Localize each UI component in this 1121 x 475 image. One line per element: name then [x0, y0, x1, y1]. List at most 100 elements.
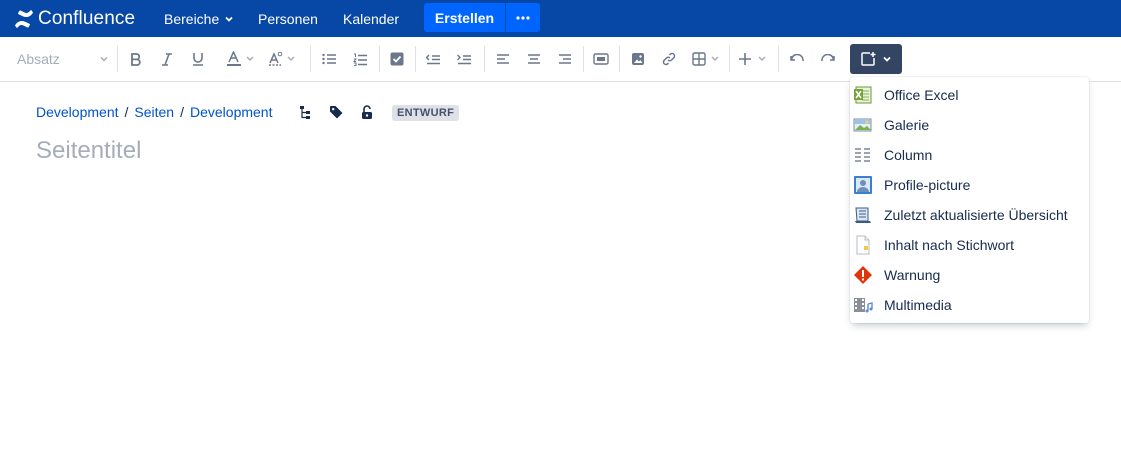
- label-button[interactable]: [328, 104, 344, 120]
- menu-item-profile-picture[interactable]: Profile-picture: [850, 170, 1089, 200]
- confluence-logo[interactable]: Confluence: [15, 0, 135, 37]
- undo-button[interactable]: [788, 37, 806, 81]
- toolbar-divider: [619, 46, 620, 72]
- nav-item-kalender[interactable]: Kalender: [343, 0, 399, 37]
- multimedia-icon: [854, 298, 873, 313]
- menu-item-label: Profile-picture: [884, 177, 971, 193]
- create-more-button[interactable]: [506, 3, 540, 32]
- outdent-icon: [426, 54, 440, 65]
- paragraph-style-select[interactable]: Absatz: [17, 37, 109, 81]
- task-button[interactable]: [388, 37, 406, 81]
- align-right-icon: [559, 54, 571, 64]
- text-format-icon: [269, 51, 295, 66]
- numbered-list-icon: [353, 53, 367, 66]
- italic-button[interactable]: [158, 37, 176, 81]
- outdent-button[interactable]: [424, 37, 442, 81]
- ellipsis-icon: [516, 15, 530, 20]
- insert-macro-icon: [861, 52, 876, 66]
- text-format-button[interactable]: [267, 37, 299, 81]
- numbered-list-button[interactable]: [351, 37, 369, 81]
- align-left-button[interactable]: [494, 37, 512, 81]
- redo-icon: [821, 54, 835, 62]
- warning-icon: [854, 266, 872, 284]
- breadcrumb-item[interactable]: Development: [190, 104, 273, 120]
- chevron-down-icon: [100, 56, 108, 62]
- layout-button[interactable]: [592, 37, 610, 81]
- link-icon: [662, 52, 676, 66]
- table-button[interactable]: [690, 37, 724, 81]
- insert-menu: Office Excel Galerie Column Profile-pict…: [850, 77, 1089, 323]
- indent-button[interactable]: [455, 37, 473, 81]
- chevron-down-icon: [883, 56, 891, 62]
- create-button[interactable]: Erstellen: [424, 3, 505, 32]
- editor-toolbar: Absatz: [0, 37, 1121, 82]
- nav-item-bereiche[interactable]: Bereiche: [164, 0, 234, 37]
- insert-macro-button[interactable]: [850, 44, 902, 74]
- menu-item-column[interactable]: Column: [850, 140, 1089, 170]
- app-name: Confluence: [38, 7, 136, 29]
- confluence-logo-icon: [15, 9, 33, 28]
- breadcrumb-item[interactable]: Seiten: [134, 104, 174, 120]
- menu-item-label: Zuletzt aktualisierte Übersicht: [884, 207, 1068, 223]
- menu-item-label: Warnung: [884, 267, 941, 283]
- label-icon: [330, 106, 343, 119]
- align-right-button[interactable]: [556, 37, 574, 81]
- layout-icon: [593, 53, 609, 65]
- excel-icon: [854, 86, 872, 104]
- toolbar-divider: [117, 46, 118, 72]
- page-tree-icon: [300, 105, 310, 119]
- toolbar-divider: [415, 46, 416, 72]
- content-by-label-icon: [856, 235, 870, 255]
- undo-icon: [790, 54, 804, 62]
- nav-item-personen[interactable]: Personen: [258, 0, 318, 37]
- redo-button[interactable]: [819, 37, 837, 81]
- restrictions-button[interactable]: [359, 104, 375, 120]
- nav-item-label: Kalender: [343, 10, 400, 27]
- gallery-icon: [853, 118, 872, 132]
- menu-item-warnung[interactable]: Warnung: [850, 260, 1089, 290]
- italic-icon: [162, 52, 172, 66]
- menu-item-office-excel[interactable]: Office Excel: [850, 80, 1089, 110]
- text-color-button[interactable]: [224, 37, 258, 81]
- toolbar-divider: [778, 46, 779, 72]
- toolbar-divider: [583, 46, 584, 72]
- insert-more-button[interactable]: [737, 37, 771, 81]
- menu-item-content-by-label[interactable]: Inhalt nach Stichwort: [850, 230, 1089, 260]
- text-color-icon: [227, 51, 254, 66]
- bullet-list-icon: [322, 53, 336, 65]
- menu-item-label: Office Excel: [884, 87, 959, 103]
- menu-item-label: Column: [884, 147, 933, 163]
- menu-item-label: Multimedia: [884, 297, 952, 313]
- breadcrumb-item[interactable]: Development: [36, 104, 119, 120]
- page-tree-button[interactable]: [297, 104, 313, 120]
- table-icon: [692, 52, 719, 66]
- bullet-list-button[interactable]: [320, 37, 338, 81]
- nav-item-label: Personen: [258, 10, 318, 27]
- menu-item-recently-updated[interactable]: Zuletzt aktualisierte Übersicht: [850, 200, 1089, 230]
- breadcrumb-separator: /: [180, 104, 184, 120]
- underline-button[interactable]: [189, 37, 207, 81]
- underline-icon: [193, 53, 203, 66]
- toolbar-divider: [379, 46, 380, 72]
- align-left-icon: [497, 54, 509, 64]
- unlock-icon: [362, 104, 372, 119]
- bold-icon: [131, 52, 141, 66]
- nav-item-label: Bereiche: [164, 10, 220, 27]
- bold-button[interactable]: [127, 37, 145, 81]
- align-center-button[interactable]: [525, 37, 543, 81]
- recently-updated-icon: [855, 207, 871, 223]
- toolbar-divider: [484, 46, 485, 72]
- profile-picture-icon: [854, 176, 872, 194]
- link-button[interactable]: [660, 37, 678, 81]
- menu-item-galerie[interactable]: Galerie: [850, 110, 1089, 140]
- menu-item-multimedia[interactable]: Multimedia: [850, 290, 1089, 320]
- menu-item-label: Galerie: [884, 117, 930, 133]
- breadcrumb: Development / Seiten / Development: [36, 103, 272, 121]
- image-button[interactable]: [629, 37, 647, 81]
- insert-more-icon: [739, 53, 766, 65]
- toolbar-divider: [310, 46, 311, 72]
- paragraph-style-value: Absatz: [17, 51, 60, 67]
- page-title-input[interactable]: Seitentitel: [36, 137, 141, 165]
- task-icon: [390, 52, 404, 66]
- status-badge: ENTWURF: [392, 105, 460, 121]
